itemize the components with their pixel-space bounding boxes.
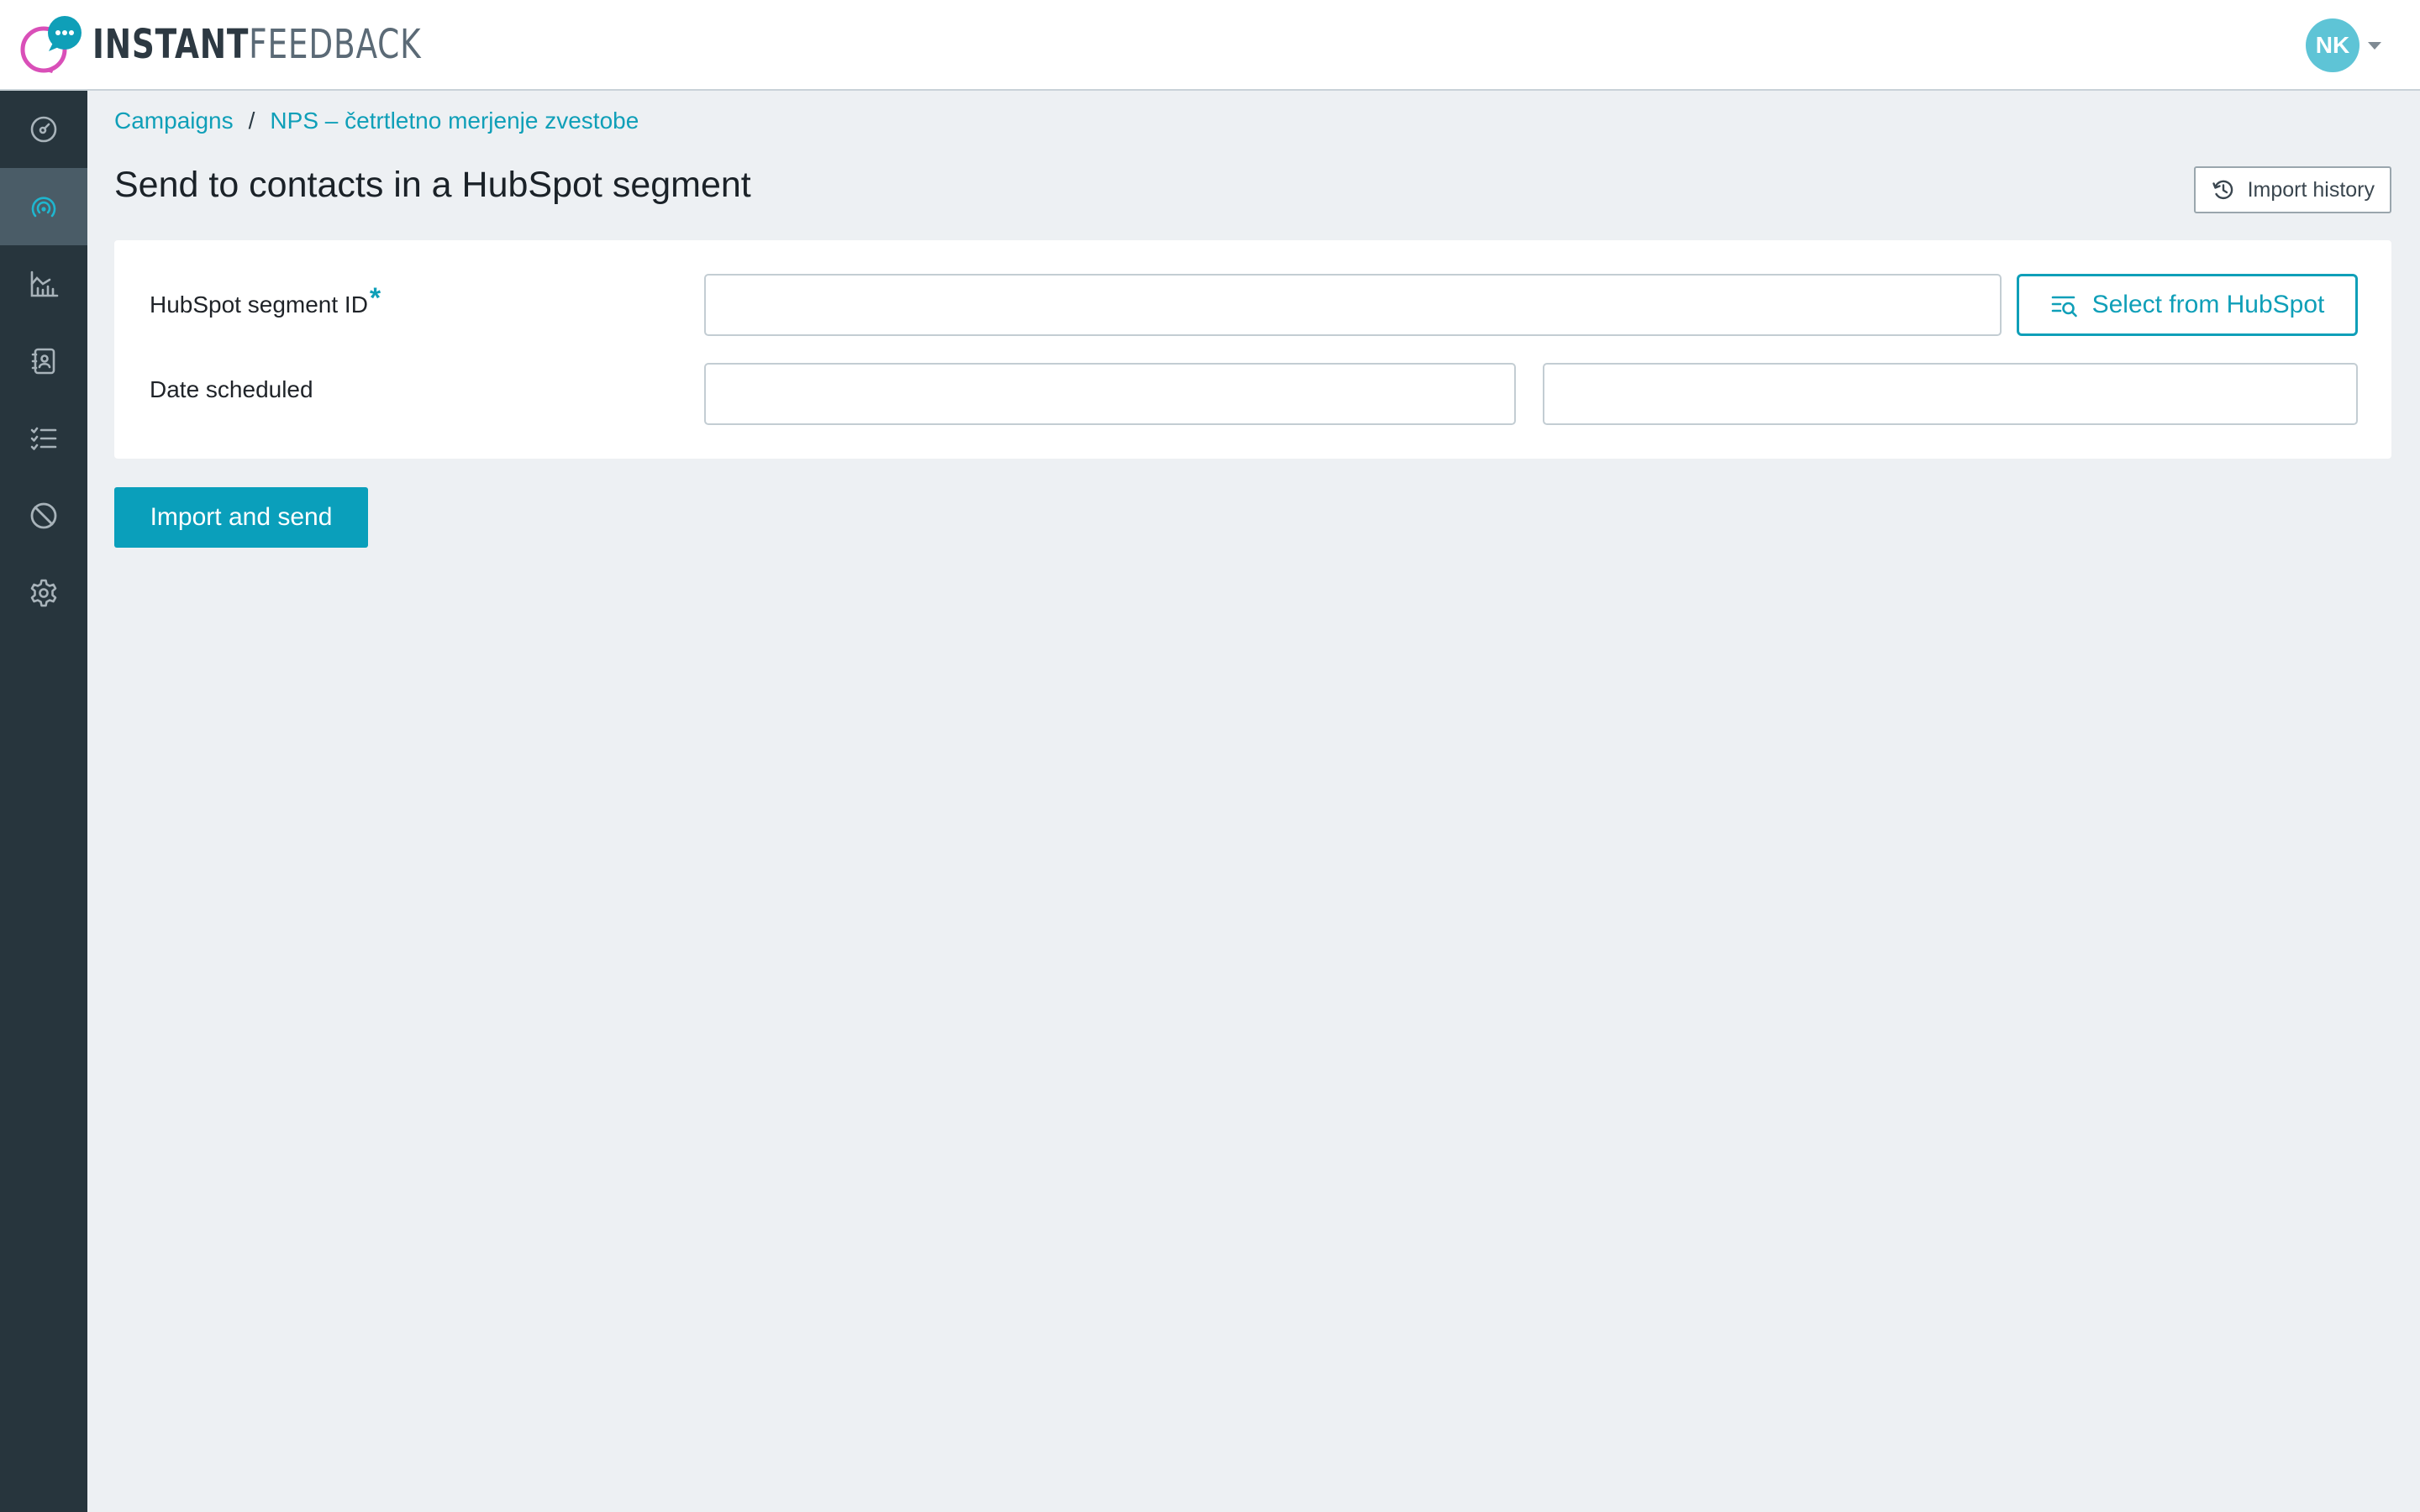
chat-bubble-logo-icon <box>20 16 82 73</box>
date-scheduled-date-input[interactable] <box>704 363 1516 425</box>
select-from-hubspot-button[interactable]: Select from HubSpot <box>2017 274 2358 336</box>
breadcrumb-campaign-link[interactable]: NPS – četrtletno merjenje zvestobe <box>270 108 639 134</box>
sidebar-item-settings[interactable] <box>0 554 87 632</box>
bar-chart-icon <box>30 270 59 297</box>
sidebar-item-analytics[interactable] <box>0 245 87 323</box>
segment-id-label-text: HubSpot segment ID <box>150 291 368 318</box>
import-and-send-button[interactable]: Import and send <box>114 487 368 548</box>
brand-name-light: FEEDBACK <box>249 21 422 68</box>
breadcrumb-campaigns-link[interactable]: Campaigns <box>114 108 234 134</box>
import-form-card: HubSpot segment ID* Select from HubSpot … <box>114 240 2391 459</box>
select-from-hubspot-label: Select from HubSpot <box>2091 291 2325 318</box>
sidebar-item-campaigns[interactable] <box>0 168 87 245</box>
page-title: Send to contacts in a HubSpot segment <box>114 165 751 205</box>
brand-name-strong: INSTANT <box>92 21 250 68</box>
broadcast-icon <box>31 197 56 218</box>
sidebar-item-tasks[interactable] <box>0 400 87 477</box>
brand-name: INSTANTFEEDBACK <box>92 21 421 68</box>
required-mark: * <box>369 282 381 314</box>
user-menu[interactable]: NK <box>2306 18 2381 72</box>
date-scheduled-label: Date scheduled <box>150 376 313 402</box>
import-history-label: Import history <box>2247 177 2375 202</box>
gear-icon <box>30 579 57 607</box>
breadcrumb: Campaigns / NPS – četrtletno merjenje zv… <box>114 108 639 134</box>
segment-id-input[interactable] <box>704 274 2002 336</box>
block-icon <box>30 502 57 529</box>
avatar[interactable]: NK <box>2306 18 2360 72</box>
history-icon <box>2212 180 2233 200</box>
import-history-button[interactable]: Import history <box>2193 166 2391 213</box>
segment-id-label: HubSpot segment ID* <box>150 282 381 320</box>
sidebar-item-blocked[interactable] <box>0 477 87 554</box>
list-search-icon <box>2051 296 2077 318</box>
chevron-down-icon[interactable] <box>2368 41 2381 50</box>
speedometer-icon <box>30 116 57 143</box>
address-book-icon <box>31 348 55 375</box>
main-content: Campaigns / NPS – četrtletno merjenje zv… <box>87 92 2420 1512</box>
date-scheduled-time-input[interactable] <box>1543 363 2358 425</box>
sidebar-item-dashboard[interactable] <box>0 91 87 168</box>
top-bar: INSTANTFEEDBACK NK <box>0 0 2420 91</box>
sidebar <box>0 91 87 1512</box>
sidebar-item-contacts[interactable] <box>0 323 87 400</box>
checklist-icon <box>30 427 57 450</box>
brand-logo[interactable]: INSTANTFEEDBACK <box>18 0 514 90</box>
breadcrumb-separator: / <box>248 108 255 134</box>
